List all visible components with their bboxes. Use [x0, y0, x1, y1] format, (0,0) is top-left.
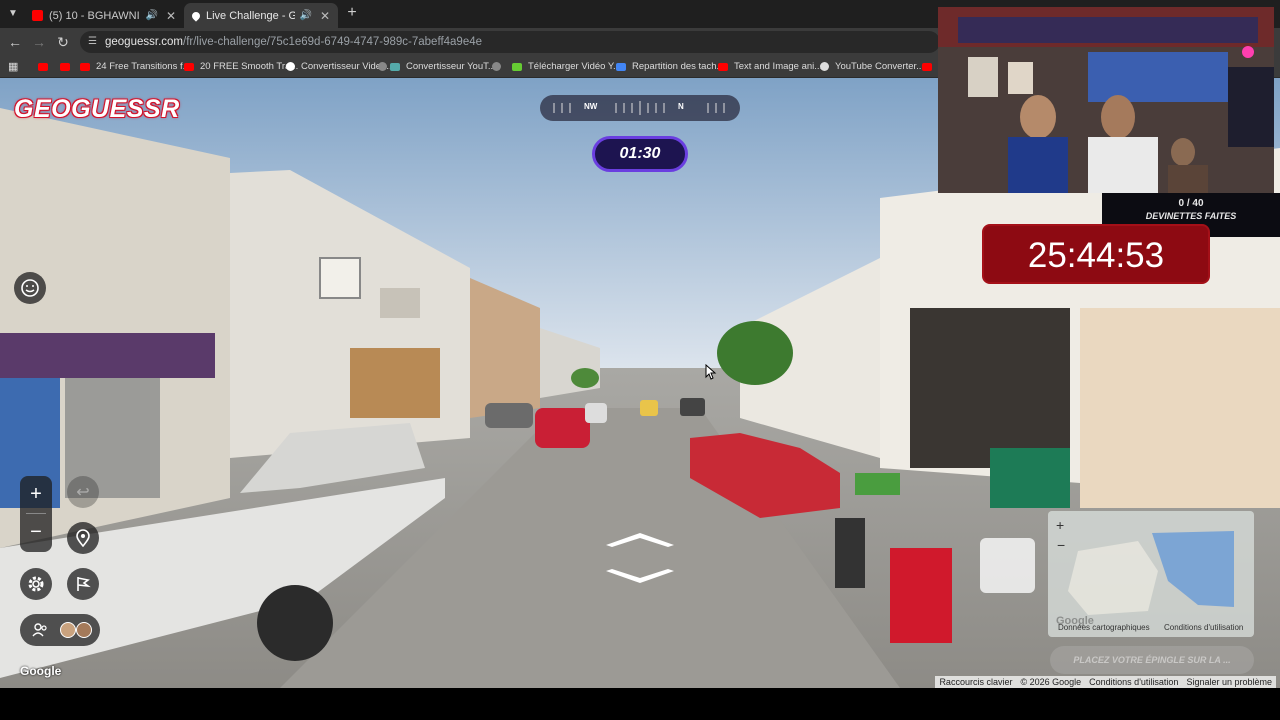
- tab-list-chevron-icon[interactable]: ▼: [4, 5, 22, 23]
- street-view-footer: Raccourcis clavier © 2026 Google Conditi…: [935, 676, 1276, 688]
- tab-close-icon[interactable]: ✕: [320, 9, 330, 23]
- download-icon: [512, 62, 522, 71]
- tab-youtube[interactable]: (5) 10 - BGHAWNI (lyric vid 🔊 ✕: [24, 3, 184, 28]
- terms-link[interactable]: Conditions d'utilisation: [1085, 676, 1182, 688]
- report-problem-link[interactable]: Signaler un problème: [1182, 676, 1276, 688]
- keyboard-shortcuts-link[interactable]: Raccourcis clavier: [935, 676, 1016, 688]
- bookmark-item[interactable]: 20 FREE Smooth Tra...: [184, 59, 298, 74]
- youtube-favicon-icon: [32, 10, 43, 21]
- minimap-attribution: Données cartographiques: [1058, 623, 1150, 632]
- players-pill[interactable]: [20, 614, 100, 646]
- bookmark-youtube-icon[interactable]: [38, 59, 54, 74]
- compass-label-n: N: [678, 102, 684, 111]
- guess-minimap[interactable]: + − Google Données cartographiques Condi…: [1048, 511, 1254, 637]
- docs-icon: [616, 62, 626, 71]
- flag-icon: [77, 577, 91, 591]
- compass-bar: NW N: [540, 95, 740, 121]
- minimap-zoom-out[interactable]: −: [1057, 537, 1065, 553]
- geoguessr-favicon-icon: [190, 9, 202, 22]
- bookmark-item[interactable]: YouTube Converter...: [820, 59, 924, 74]
- apps-grid-icon[interactable]: ▦: [8, 59, 18, 74]
- settings-button[interactable]: [20, 568, 52, 600]
- player-avatar: [76, 622, 92, 638]
- bookmark-youtube-icon[interactable]: [922, 59, 938, 74]
- bookmark-item[interactable]: 24 Free Transitions f...: [80, 59, 191, 74]
- compass-label-nw: NW: [584, 102, 598, 111]
- bookmark-item[interactable]: Text and Image ani...: [718, 59, 822, 74]
- bookmark-youtube-icon[interactable]: [60, 59, 76, 74]
- guess-count-label: DEVINETTES FAITES: [1145, 211, 1237, 221]
- bookmark-globe-icon[interactable]: [492, 59, 507, 74]
- pin-icon: [76, 529, 90, 547]
- bookmark-item[interactable]: Convertisseur YouT...: [390, 59, 496, 74]
- players-icon: [32, 623, 47, 637]
- minimap-zoom-in[interactable]: +: [1056, 517, 1064, 533]
- move-backward-arrow[interactable]: [606, 569, 674, 583]
- bookmark-item[interactable]: Télécharger Vidéo Y...: [512, 59, 621, 74]
- emote-button[interactable]: [14, 272, 46, 304]
- youtube-icon: [80, 62, 90, 71]
- google-logo: Google: [20, 664, 62, 678]
- minimap-terms[interactable]: Conditions d'utilisation: [1164, 623, 1243, 632]
- report-flag-button[interactable]: [67, 568, 99, 600]
- speaker-icon[interactable]: 🔊: [145, 10, 157, 21]
- converter-icon: [390, 62, 400, 71]
- tab-geoguessr[interactable]: Live Challenge - GeoGuessr 🔊 ✕: [184, 3, 338, 28]
- tab-close-icon[interactable]: ✕: [166, 9, 176, 23]
- geoguessr-logo[interactable]: GEOGUESSR: [14, 93, 180, 125]
- reload-icon[interactable]: ↻: [54, 33, 72, 51]
- gear-icon: [28, 576, 44, 592]
- forward-icon[interactable]: →: [30, 33, 48, 51]
- guess-count-value: 0 / 40: [1178, 198, 1204, 209]
- url-host: geoguessr.com: [105, 36, 183, 48]
- move-forward-arrow[interactable]: [606, 533, 674, 547]
- tab-title: (5) 10 - BGHAWNI (lyric vid: [49, 9, 141, 22]
- streamer-webcam: [938, 7, 1274, 193]
- compass-ticks: [553, 101, 725, 115]
- google-icon: [286, 62, 295, 71]
- round-timer: 01:30: [592, 136, 688, 172]
- player-avatar: [60, 622, 76, 638]
- tab-title: Live Challenge - GeoGuessr: [206, 9, 296, 22]
- mouse-cursor-icon: [705, 364, 717, 380]
- site-info-icon[interactable]: ☰: [88, 31, 97, 53]
- url-path: /fr/live-challenge/75c1e69d-6749-4747-98…: [183, 36, 483, 48]
- place-pin-button[interactable]: PLACEZ VOTRE ÉPINGLE SUR LA ...: [1050, 646, 1254, 674]
- back-icon[interactable]: ←: [6, 33, 24, 51]
- undo-move-button[interactable]: ↩: [67, 476, 99, 508]
- letterbox-bottom: [0, 688, 1280, 720]
- globe-icon: [820, 62, 829, 71]
- copyright-text: © 2026 Google: [1020, 677, 1082, 687]
- movement-arrows: [606, 533, 674, 583]
- session-timer: 25:44:53: [982, 224, 1210, 284]
- zoom-in-button[interactable]: +: [20, 476, 52, 512]
- bookmark-item[interactable]: Repartition des tach...: [616, 59, 724, 74]
- speaker-icon[interactable]: 🔊: [299, 10, 311, 21]
- zoom-out-button[interactable]: −: [20, 514, 52, 550]
- zoom-control: + −: [20, 476, 52, 552]
- address-bar[interactable]: ☰ geoguessr.com/fr/live-challenge/75c1e6…: [80, 31, 940, 53]
- smiley-icon: [21, 279, 39, 297]
- logo-text: GEOGUESSR: [14, 94, 180, 123]
- new-tab-icon[interactable]: +: [343, 4, 361, 22]
- youtube-icon: [718, 62, 728, 71]
- youtube-icon: [184, 62, 194, 71]
- return-to-start-button[interactable]: [67, 522, 99, 554]
- webcam-scene-illustration: [938, 7, 1274, 193]
